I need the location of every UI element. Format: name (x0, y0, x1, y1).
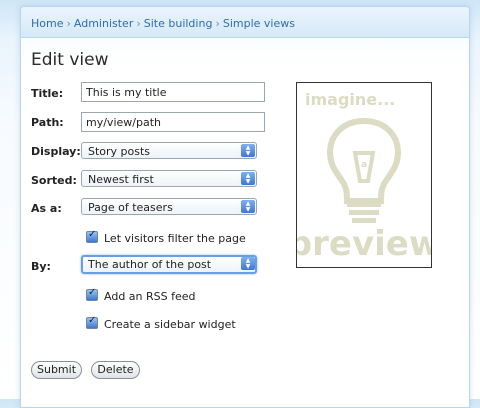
sidebar-checkbox-row[interactable]: ✓ Create a sidebar widget (86, 315, 236, 331)
path-label: Path: (31, 116, 64, 129)
submit-button[interactable]: Submit (31, 361, 82, 379)
by-select[interactable]: The author of the post ▲ ▼ (81, 255, 257, 274)
bulb-base-ring (352, 218, 376, 223)
breadcrumb-administer-link[interactable]: Administer (74, 17, 133, 30)
title-label: Title: (31, 87, 64, 100)
checkmark-icon: ✓ (88, 229, 97, 240)
breadcrumb: Home › Administer › Site building › Simple vie… (31, 17, 295, 30)
select-arrows-icon: ▲ ▼ (241, 257, 255, 270)
display-label: Display: (31, 145, 81, 158)
rss-checkbox-row[interactable]: ✓ Add an RSS feed (86, 287, 196, 303)
filter-checkbox[interactable]: ✓ (86, 229, 98, 243)
select-arrows-icon: ▲ ▼ (241, 200, 255, 213)
page-title: Edit view (31, 50, 109, 70)
display-select-value: Story posts (88, 145, 151, 158)
bulb-letter: a (361, 160, 367, 170)
by-select-value: The author of the post (88, 258, 212, 271)
title-field[interactable] (81, 82, 265, 102)
sorted-label: Sorted: (31, 174, 77, 187)
breadcrumb-separator: › (215, 17, 220, 30)
breadcrumb-separator: › (66, 17, 71, 30)
sidebar-checkbox[interactable]: ✓ (86, 315, 98, 329)
as-a-label: As a: (31, 202, 62, 215)
filter-checkbox-row[interactable]: ✓ Let visitors filter the page (86, 229, 246, 245)
breadcrumb-simple-views-link[interactable]: Simple views (223, 17, 295, 30)
as-a-select[interactable]: Page of teasers ▲ ▼ (81, 198, 257, 215)
lightbulb-preview-illustration: imagine... a preview (288, 90, 440, 264)
select-arrows-icon: ▲ ▼ (241, 172, 255, 185)
bulb-base-ring (347, 201, 381, 207)
display-select[interactable]: Story posts ▲ ▼ (81, 142, 257, 159)
checkmark-icon: ✓ (88, 315, 97, 326)
sorted-select-value: Newest first (88, 173, 154, 186)
rss-checkbox[interactable]: ✓ (86, 287, 98, 301)
checkmark-icon: ✓ (88, 287, 97, 298)
preview-bottom-text: preview (297, 224, 431, 264)
breadcrumb-home-link[interactable]: Home (31, 17, 63, 30)
breadcrumb-bar: Home › Administer › Site building › Simple vie… (21, 7, 469, 38)
rss-checkbox-label: Add an RSS feed (104, 290, 196, 303)
path-field[interactable] (81, 112, 265, 132)
preview-placeholder: imagine... a preview (288, 82, 440, 268)
delete-button[interactable]: Delete (91, 361, 140, 379)
by-label: By: (31, 260, 51, 273)
filter-checkbox-label: Let visitors filter the page (104, 232, 246, 245)
breadcrumb-site-building-link[interactable]: Site building (144, 17, 213, 30)
breadcrumb-separator: › (136, 17, 141, 30)
bulb-base-ring (349, 210, 379, 215)
sidebar-checkbox-label: Create a sidebar widget (104, 318, 236, 331)
as-a-select-value: Page of teasers (88, 201, 173, 214)
sorted-select[interactable]: Newest first ▲ ▼ (81, 170, 257, 187)
select-arrows-icon: ▲ ▼ (241, 144, 255, 157)
preview-top-text: imagine... (305, 90, 395, 109)
